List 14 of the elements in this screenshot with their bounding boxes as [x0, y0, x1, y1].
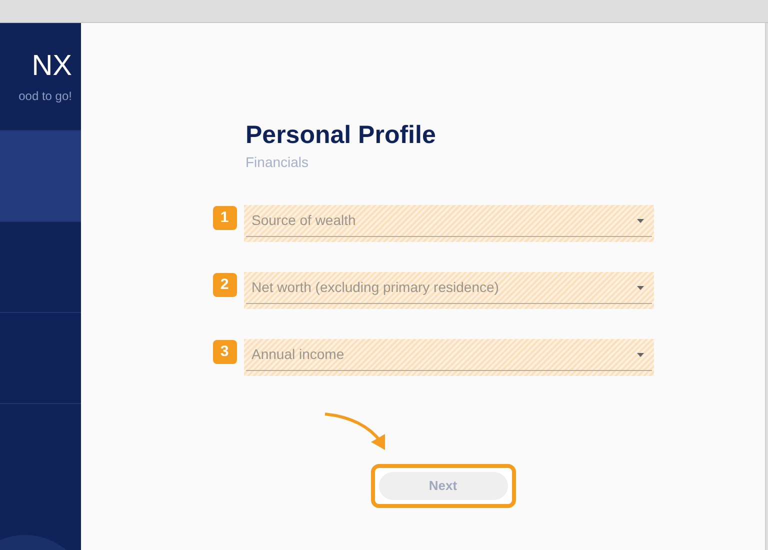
caret-icon [636, 286, 644, 290]
page-title: Personal Profile [246, 120, 437, 150]
page-subtitle: Financials [246, 153, 310, 172]
caret-icon [636, 352, 644, 356]
dropdown-field[interactable]: Source of wealth [244, 205, 654, 242]
dropdown-field[interactable]: Net worth (excluding primary residence) [244, 272, 654, 309]
step-number: 3 [212, 340, 236, 364]
sidebar-item[interactable] [0, 131, 81, 222]
dropdown-field[interactable]: Annual income [244, 339, 654, 376]
caret-icon [636, 218, 644, 222]
step-number: 1 [212, 206, 236, 230]
tagline: ood to go! [18, 88, 72, 105]
logo-text: NX [32, 49, 72, 83]
step-number: 2 [212, 273, 236, 297]
